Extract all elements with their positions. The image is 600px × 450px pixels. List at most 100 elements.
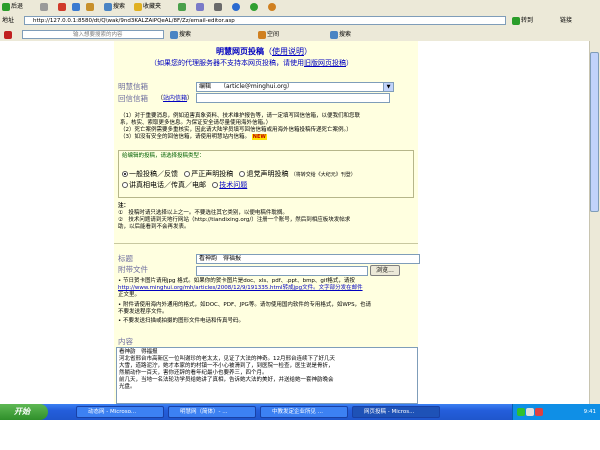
chevron-down-icon[interactable]: ▼ [383,83,393,91]
history-button[interactable] [178,2,187,12]
content-line: 然躺动作一百天，害你还辞的看年纪最小也要养三，四个月。 [119,370,268,376]
go-button[interactable]: 转到 [512,16,533,26]
tray-network-icon[interactable] [517,407,525,416]
favorites-button[interactable]: 收藏夹 [134,2,161,12]
content-line: 河北省邢台市高新区一位叫谢珍的老太太，见证了大法的神奇。12月邢台连续下了好几天 [119,356,336,362]
toolbar-search-button[interactable]: 搜索 [170,30,191,40]
stop-icon [58,2,66,11]
star-icon [134,2,142,11]
mail-icon [196,2,204,11]
search-button[interactable]: 搜索 [104,2,125,12]
toolbar-logo-icon [4,30,13,40]
inner-mailbox-link[interactable]: 站内信箱 [163,95,187,102]
links-button[interactable]: 链接 [560,16,572,26]
page-subtitle: （如果您的代理服务器不支持本网页投稿，请使用旧版网页投稿） [150,59,353,67]
category-note-1: ① 投稿时请只选择以上之一。不要选往其它类别，以便电稿件耽搁。 [118,210,288,216]
space-button[interactable]: 空间 [258,30,279,40]
back-button[interactable]: 后退 [2,2,23,12]
taskbar-item[interactable]: 中教发定企业所见 ... [260,406,348,418]
attachment-label: 附带文件 [118,265,148,274]
address-input[interactable]: http://127.0.0.1:8580/dt/Q\wak/9nd3KALZA… [24,16,506,25]
attach-note-1-end: 正文里。 [118,292,141,298]
radio-tech[interactable] [212,182,219,188]
note-1: （1）对于重要消息，例如迫害真象资料、技术维护报告等，请一定填写回信信箱，以便我… [120,113,361,119]
print-icon [214,2,222,11]
start-button[interactable]: 开始 [0,404,48,420]
tray-volume-icon[interactable] [526,407,534,416]
instructions-link[interactable]: 使用说明 [272,47,304,56]
category-general[interactable]: 一般投稿／反馈 [122,170,178,178]
forward-button[interactable] [40,2,49,12]
divider [114,243,418,244]
category-row-2: 讲真相电话／传真／电邮 技术问题 [122,181,247,190]
category-statement[interactable]: 严正声明投稿 [184,170,233,178]
ie-icon [232,2,240,11]
browse-button[interactable]: 浏览... [370,265,400,276]
reply-mailbox-input[interactable] [196,93,390,103]
category-note-2: ② 技术问题请到天地行网站（http://tiandixing.org/）注册一… [118,217,351,223]
attach-note-2: • 附件请使用海内外通用的格式，如DOC、PDF、JPG等。请勿使用国内软件的专… [118,302,372,308]
scrollbar-thumb[interactable] [590,52,599,212]
print-button[interactable] [214,2,223,12]
space-icon [258,30,266,39]
taskbar-item[interactable]: 动态网 - Microso... [76,406,164,418]
address-label: 地址 [2,17,15,24]
toolbar-search-input[interactable]: 输入想要搜索的内容 [22,30,164,39]
refresh-button[interactable] [72,2,81,12]
new-badge: NEW [251,134,267,140]
radio-statement[interactable] [184,171,191,177]
radio-quit-party[interactable] [239,171,246,177]
back-arrow-icon [2,2,10,11]
taskbar-item[interactable]: 明慧网（简体）- ... [168,406,256,418]
search-icon [330,30,338,39]
note-1b: 系，核实、索取更多信息。为保证安全请尽量使用海外信箱。） [120,120,272,126]
category-tech[interactable]: 技术问题 [212,181,247,189]
mail-button[interactable] [196,2,205,12]
content-textarea[interactable]: 看神韵 得福报 河北省邢台市高新区一位叫谢珍的老太太，见证了大法的神奇。12月邢… [116,347,418,404]
note-3: （3）如没有安全的回信信箱，请使用明慧站内信箱。 NEW [120,134,267,140]
subject-label: 标题 [118,254,133,263]
inner-mailbox-link-wrap: （站内信箱） [157,95,194,102]
radio-truth-call[interactable] [122,182,128,188]
quit-party-note: （将转交给《大纪元》刊登） [290,172,356,178]
extra-button[interactable] [268,2,277,12]
search-icon [104,2,112,11]
content-line: 光盘。 [119,384,136,390]
mailbox-label: 明慧信箱 [118,82,148,91]
clock: 9:41 [583,409,596,415]
subject-input[interactable]: 看神韵 得福报 [196,254,420,264]
browser-toolbar: 后退 搜索 收藏夹 [0,0,600,15]
messenger-icon [250,2,258,11]
category-quit-party[interactable]: 退党声明投稿 [239,170,288,178]
mailbox-select-value: 编辑 （article＠minghui.org） [199,83,293,90]
old-version-link[interactable]: 旧版网页投稿 [304,59,346,67]
note-2: （2）死亡案例需要多重核实，因此请大陆学员填写回信信箱或用海外信箱投稿传递死亡案… [120,127,352,133]
stop-button[interactable] [58,2,67,12]
attach-note-2b: 不要发送程序文件。 [118,309,168,315]
category-row-1: 一般投稿／反馈 严正声明投稿 退党声明投稿 （将转交给《大纪元》刊登） [122,170,356,180]
page-title: 明慧网页投稿 [216,47,264,56]
attach-note-1-url: http://www.minghui.org/mh/articles/2008/… [118,285,363,291]
radio-general[interactable] [122,171,128,177]
search-toolbar: 输入想要搜索的内容 搜索 空间 搜索 [0,28,600,42]
forward-arrow-icon [40,2,48,11]
attach-note-1: • 节日贺卡图片请用jpg 格式。如果你的贺卡图片是doc、xls、pdf、.p… [118,278,355,284]
home-button[interactable] [86,2,95,12]
refresh-icon [72,2,80,11]
category-legend: 给编辑的投稿，请选择投稿类型： [122,153,205,159]
messenger-button[interactable] [250,2,259,12]
attachment-input[interactable] [196,266,368,276]
taskbar-item-active[interactable]: 网页投稿 - Micros... [352,406,440,418]
mailbox-select[interactable]: 编辑 （article＠minghui.org） ▼ [196,82,394,92]
category-truth-call[interactable]: 讲真相电话／传真／电邮 [122,181,206,189]
system-tray: 9:41 [512,404,600,420]
reply-mailbox-label: 回信信箱 [118,94,148,103]
tray-security-icon[interactable] [535,407,543,416]
go-arrow-icon [512,16,520,25]
note-title: 注： [118,203,130,209]
content-line: 看神韵 得福报 [119,349,158,355]
toolbar-search2-button[interactable]: 搜索 [330,30,351,40]
home-icon [86,2,94,11]
ie-button[interactable] [232,2,241,12]
search-icon [170,30,178,39]
